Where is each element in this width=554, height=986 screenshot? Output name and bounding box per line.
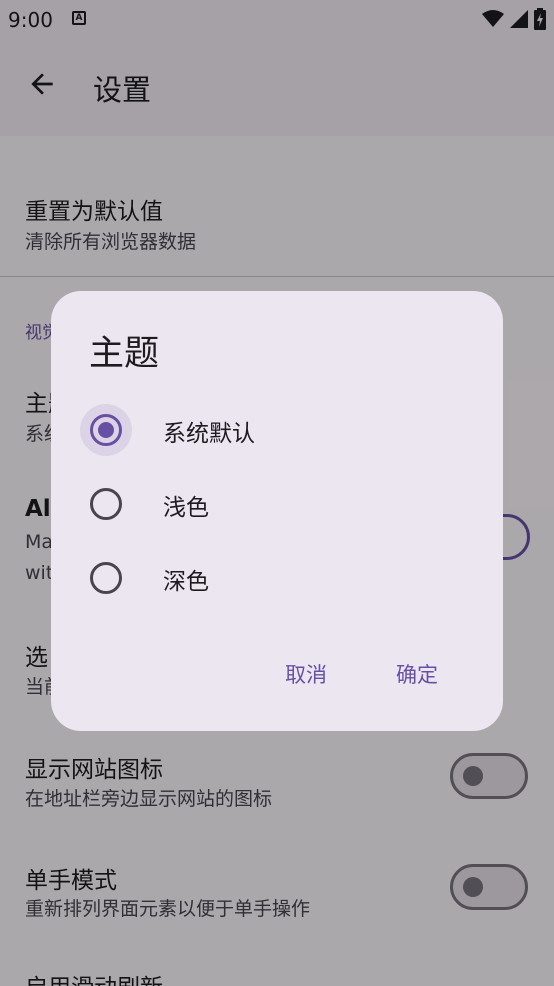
confirm-button[interactable]: 确定 <box>390 655 444 693</box>
dialog-title: 主题 <box>89 334 160 374</box>
cancel-button[interactable]: 取消 <box>279 655 333 693</box>
theme-option-dark[interactable]: 深色 <box>51 548 503 608</box>
radio-button-checked[interactable] <box>90 414 122 446</box>
settings-screen: 9:00 A 设置 重置为默认值 清除所有浏览器数据 视觉 主题 系统默认 Al… <box>0 0 554 986</box>
theme-option-light[interactable]: 浅色 <box>51 474 503 534</box>
theme-dialog: 主题 系统默认 浅色 深色 取消 确定 <box>51 291 503 731</box>
radio-button[interactable] <box>90 562 122 594</box>
theme-option-system[interactable]: 系统默认 <box>51 400 503 460</box>
radio-button[interactable] <box>90 488 122 520</box>
option-label: 深色 <box>163 569 209 595</box>
option-label: 系统默认 <box>163 421 255 447</box>
option-label: 浅色 <box>163 495 209 521</box>
